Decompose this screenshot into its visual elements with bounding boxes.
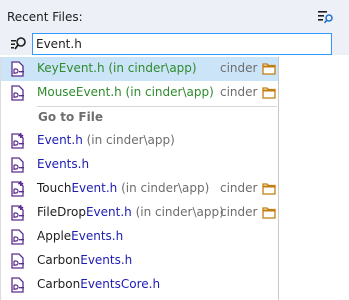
file-name: MouseEvent.h (in cinder\app)	[37, 85, 214, 99]
file-name-match: Events.h	[80, 253, 133, 267]
list-item[interactable]: CarbonEvents.h	[1, 249, 278, 273]
cpp-header-add-icon	[11, 181, 24, 197]
cpp-header-icon	[11, 157, 24, 173]
search-icon	[11, 37, 26, 50]
project-name: cinder	[220, 61, 258, 75]
cpp-header-icon	[11, 277, 24, 293]
file-name-prefix: FileDrop	[37, 205, 86, 219]
list-item[interactable]: KeyEvent.h (in cinder\app) cinder	[1, 57, 278, 81]
file-name-location: (in cinder\app)	[82, 133, 175, 147]
file-name: Event.h (in cinder\app)	[37, 133, 175, 147]
file-name-prefix: Carbon	[37, 277, 81, 291]
cpp-header-icon	[11, 61, 24, 77]
list-item[interactable]: TouchEvent.h (in cinder\app) cinder	[1, 177, 278, 201]
file-name: FileDropEvent.h (in cinder\app)	[37, 205, 224, 219]
file-name-match: Event.h	[37, 133, 83, 147]
file-name-match: EventsCore.h	[80, 277, 161, 291]
project-name: cinder	[220, 205, 258, 219]
section-header: Go to File	[1, 105, 278, 129]
list-item[interactable]: FileDropEvent.h (in cinder\app) cinder	[1, 201, 278, 225]
file-name: AppleEvents.h	[37, 229, 123, 243]
file-name: CarbonEventsCore.h	[37, 277, 160, 291]
file-name-match: Event.h	[85, 205, 132, 219]
divider	[37, 106, 277, 107]
file-name-location: (in cinder\app)	[117, 181, 210, 195]
file-name: KeyEvent.h (in cinder\app)	[37, 61, 197, 75]
recent-files-header: Recent Files:	[0, 0, 349, 33]
file-name-prefix: Touch	[37, 181, 72, 195]
file-name-prefix: Apple	[37, 229, 72, 243]
filter-search-icon[interactable]	[318, 10, 334, 24]
list-item[interactable]: CarbonEventsCore.h	[1, 273, 278, 297]
cpp-header-add-icon	[11, 205, 24, 221]
project-name: cinder	[220, 85, 258, 99]
list-item[interactable]: Events.h	[1, 153, 278, 177]
file-name-match: Event.h	[71, 181, 118, 195]
section-title: Go to File	[38, 110, 103, 124]
header-title: Recent Files:	[7, 10, 83, 24]
file-name-match: Events.h	[71, 229, 124, 243]
open-folder-icon[interactable]	[262, 182, 276, 195]
open-folder-icon[interactable]	[262, 206, 276, 219]
search-input[interactable]: Event.h	[32, 33, 332, 55]
list-item[interactable]: MouseEvent.h (in cinder\app) cinder	[1, 81, 278, 105]
results-list: KeyEvent.h (in cinder\app) cinder MouseE…	[0, 57, 279, 300]
file-name: TouchEvent.h (in cinder\app)	[37, 181, 209, 195]
cpp-header-icon	[11, 253, 24, 269]
file-name-match: Events.h	[37, 157, 90, 171]
file-name: Events.h	[37, 157, 89, 171]
cpp-header-icon	[11, 85, 24, 101]
project-name: cinder	[220, 181, 258, 195]
cpp-header-add-icon	[11, 133, 24, 149]
list-item[interactable]: AppleEvents.h	[1, 225, 278, 249]
file-name-location: (in cinder\app)	[131, 205, 224, 219]
search-row: Event.h	[0, 33, 349, 55]
open-folder-icon[interactable]	[262, 62, 276, 75]
file-name: CarbonEvents.h	[37, 253, 132, 267]
cpp-header-icon	[11, 229, 24, 245]
open-folder-icon[interactable]	[262, 86, 276, 99]
list-item[interactable]: Event.h (in cinder\app)	[1, 129, 278, 153]
file-name-prefix: Carbon	[37, 253, 81, 267]
